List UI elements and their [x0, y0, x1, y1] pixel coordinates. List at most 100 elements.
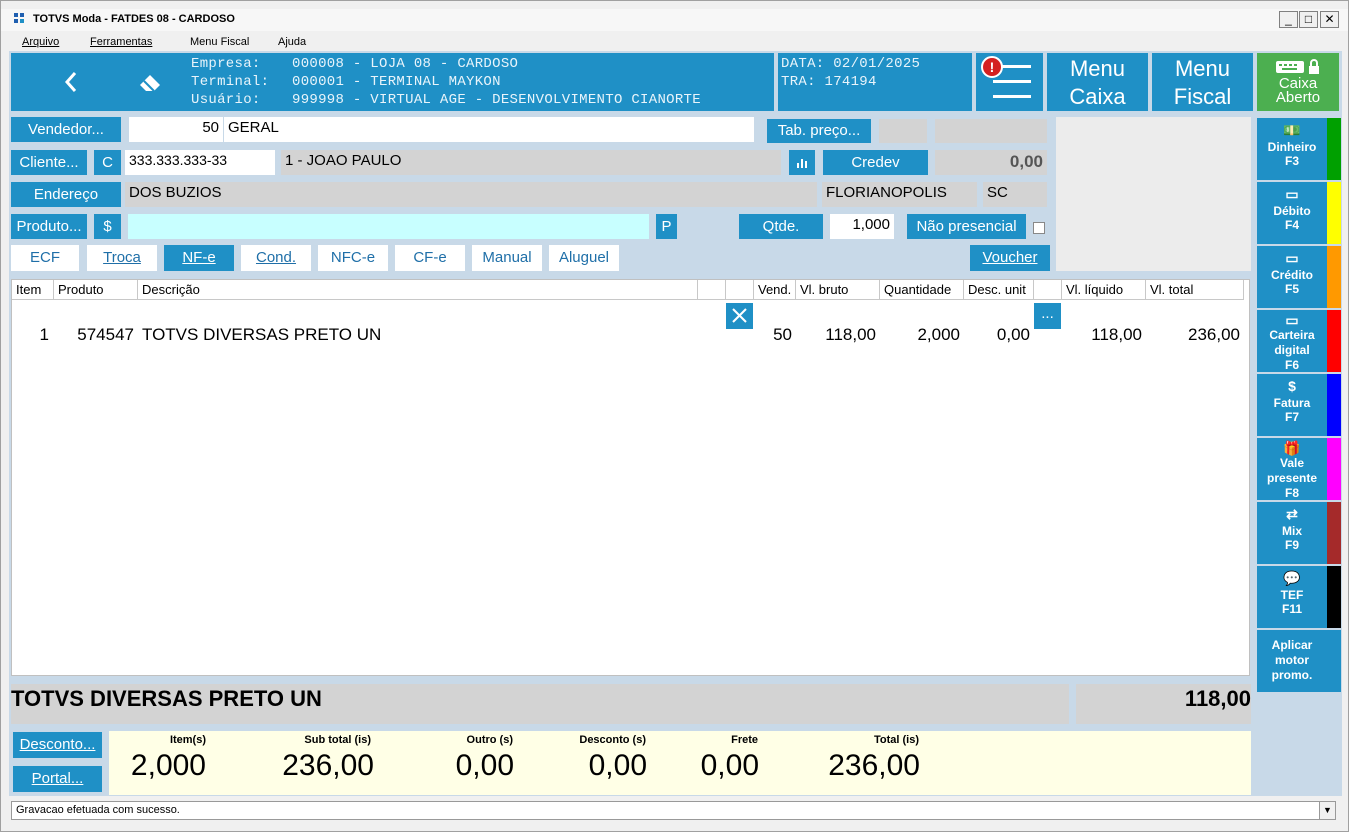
cidade-field: FLORIANOPOLIS [822, 182, 977, 207]
col-vl-bruto[interactable]: Vl. bruto [796, 280, 880, 300]
tab-preco-name-field [935, 119, 1047, 143]
p-button[interactable]: P [656, 214, 677, 239]
col-vend[interactable]: Vend. [754, 280, 796, 300]
cell-descricao: TOTVS DIVERSAS PRETO UN [142, 325, 382, 344]
credito-key: F5 [1284, 282, 1299, 296]
cell-produto: 574547 [77, 325, 134, 344]
qtde-input[interactable]: 1,000 [830, 214, 894, 239]
tab-nfe[interactable]: NF-e [164, 245, 234, 271]
caixa-aberto-button[interactable]: Caixa Aberto [1257, 53, 1339, 111]
credito-color-strip [1327, 246, 1341, 308]
remove-item-button[interactable] [726, 303, 753, 329]
mix-button[interactable]: ⇄ Mix F9 [1257, 502, 1327, 564]
tef-color-strip [1327, 566, 1341, 628]
back-chevron-icon[interactable] [63, 71, 79, 93]
qtde-button[interactable]: Qtde. [739, 214, 823, 239]
credev-button[interactable]: Credev [823, 150, 928, 175]
title-bar: TOTVS Moda - FATDES 08 - CARDOSO _ □ ✕ [1, 9, 1348, 31]
tef-button[interactable]: 💬 TEF F11 [1257, 566, 1327, 628]
minimize-button[interactable]: _ [1279, 11, 1298, 28]
carteira-label: Carteira [1269, 328, 1315, 342]
tef-key: F11 [1281, 602, 1302, 616]
mix-color-strip [1327, 502, 1341, 564]
tab-ecf[interactable]: ECF [11, 245, 79, 271]
menu-fiscal-menu[interactable]: Menu Fiscal [190, 36, 249, 48]
col-more [1034, 280, 1062, 300]
motor-label: motor [1275, 653, 1309, 667]
vendedor-button[interactable]: Vendedor... [11, 117, 121, 142]
debito-button[interactable]: ▭ Débito F4 [1257, 182, 1327, 244]
nao-presencial-checkbox[interactable] [1033, 222, 1045, 234]
produto-button[interactable]: Produto... [11, 214, 87, 239]
carteira-color-strip [1327, 310, 1341, 372]
maximize-button[interactable]: □ [1299, 11, 1318, 28]
nao-presencial-button[interactable]: Não presencial [907, 214, 1026, 239]
mix-key: F9 [1284, 538, 1299, 552]
voucher-button[interactable]: Voucher [970, 245, 1050, 271]
tab-troca[interactable]: Troca [87, 245, 157, 271]
tab-aluguel[interactable]: Aluguel [549, 245, 619, 271]
credit-card-icon: ▭ [1285, 250, 1299, 266]
more-options-button[interactable]: ... [1034, 303, 1061, 329]
debito-key: F4 [1284, 218, 1299, 232]
col-item[interactable]: Item [12, 280, 54, 300]
tef-label: TEF [1280, 588, 1304, 602]
tab-nfce[interactable]: NFC-e [318, 245, 388, 271]
aplicar-motor-promo-button[interactable]: Aplicar motor promo. [1257, 630, 1327, 692]
credito-button[interactable]: ▭ Crédito F5 [1257, 246, 1327, 308]
menu-fiscal-line1: Menu [1174, 56, 1231, 81]
app-window: TOTVS Moda - FATDES 08 - CARDOSO _ □ ✕ A… [0, 0, 1349, 832]
col-descricao[interactable]: Descrição [138, 280, 698, 300]
terminal-value: 000001 - TERMINAL MAYKON [292, 74, 501, 90]
col-remove [698, 280, 726, 300]
desconto-button[interactable]: Desconto... [13, 732, 102, 758]
close-button[interactable]: ✕ [1320, 11, 1339, 28]
fatura-key: F7 [1284, 410, 1299, 424]
portal-button[interactable]: Portal... [13, 766, 102, 792]
c-button[interactable]: C [94, 150, 121, 175]
empresa-label: Empresa: [191, 56, 261, 72]
tab-cond[interactable]: Cond. [241, 245, 311, 271]
chart-button[interactable] [789, 150, 815, 175]
vale-label2: presente [1266, 471, 1318, 485]
endereco-button[interactable]: Endereço [11, 182, 121, 207]
menu-fiscal-button[interactable]: Menu Fiscal [1152, 53, 1253, 111]
carteira-digital-button[interactable]: ▭ Carteira digital F6 [1257, 310, 1327, 372]
produto-input[interactable] [128, 214, 649, 239]
status-dropdown-chevron-icon[interactable]: ▼ [1319, 802, 1335, 819]
frete-value: 0,00 [700, 749, 759, 782]
menu-ajuda[interactable]: Ajuda [278, 36, 306, 48]
col-produto[interactable]: Produto [54, 280, 138, 300]
col-desc-unit[interactable]: Desc. unit [964, 280, 1034, 300]
col-vl-liquido[interactable]: Vl. líquido [1062, 280, 1146, 300]
menu-ferramentas[interactable]: Ferramentas [90, 36, 152, 48]
empresa-value: 000008 - LOJA 08 - CARDOSO [292, 56, 519, 72]
promo-label: promo. [1271, 668, 1313, 682]
cash-icon: 💵 [1283, 122, 1301, 138]
cliente-button[interactable]: Cliente... [11, 150, 87, 175]
cliente-cpf-field[interactable]: 333.333.333-33 [125, 150, 275, 175]
tab-preco-code-field[interactable] [879, 119, 927, 143]
items-value: 2,000 [130, 749, 206, 782]
status-bar[interactable]: Gravacao efetuada com sucesso. [11, 801, 1336, 820]
cell-vl-total: 236,00 [1188, 325, 1240, 344]
col-vl-total[interactable]: Vl. total [1146, 280, 1244, 300]
tab-cfe[interactable]: CF-e [395, 245, 465, 271]
desconto-label: Desconto (s) [579, 734, 646, 746]
dinheiro-label: Dinheiro [1267, 140, 1317, 154]
usuario-value: 999998 - VIRTUAL AGE - DESENVOLVIMENTO C… [292, 92, 701, 108]
outro-label: Outro (s) [466, 734, 513, 746]
col-quantidade[interactable]: Quantidade [880, 280, 964, 300]
dinheiro-button[interactable]: 💵 Dinheiro F3 [1257, 118, 1327, 180]
vale-presente-button[interactable]: 🎁 Vale presente F8 [1257, 438, 1327, 500]
tab-manual[interactable]: Manual [472, 245, 542, 271]
fatura-button[interactable]: $ Fatura F7 [1257, 374, 1327, 436]
carteira-label2: digital [1274, 343, 1310, 357]
menu-caixa-button[interactable]: Menu Caixa [1047, 53, 1148, 111]
tab-preco-button[interactable]: Tab. preço... [767, 119, 871, 143]
price-button[interactable]: $ [94, 214, 121, 239]
table-row[interactable]: 1 574547 TOTVS DIVERSAS PRETO UN 50 118,… [12, 300, 1249, 344]
menu-arquivo[interactable]: Arquivo [22, 36, 59, 48]
vendedor-code-field[interactable]: 50 [129, 117, 223, 142]
eraser-icon[interactable] [138, 71, 164, 93]
